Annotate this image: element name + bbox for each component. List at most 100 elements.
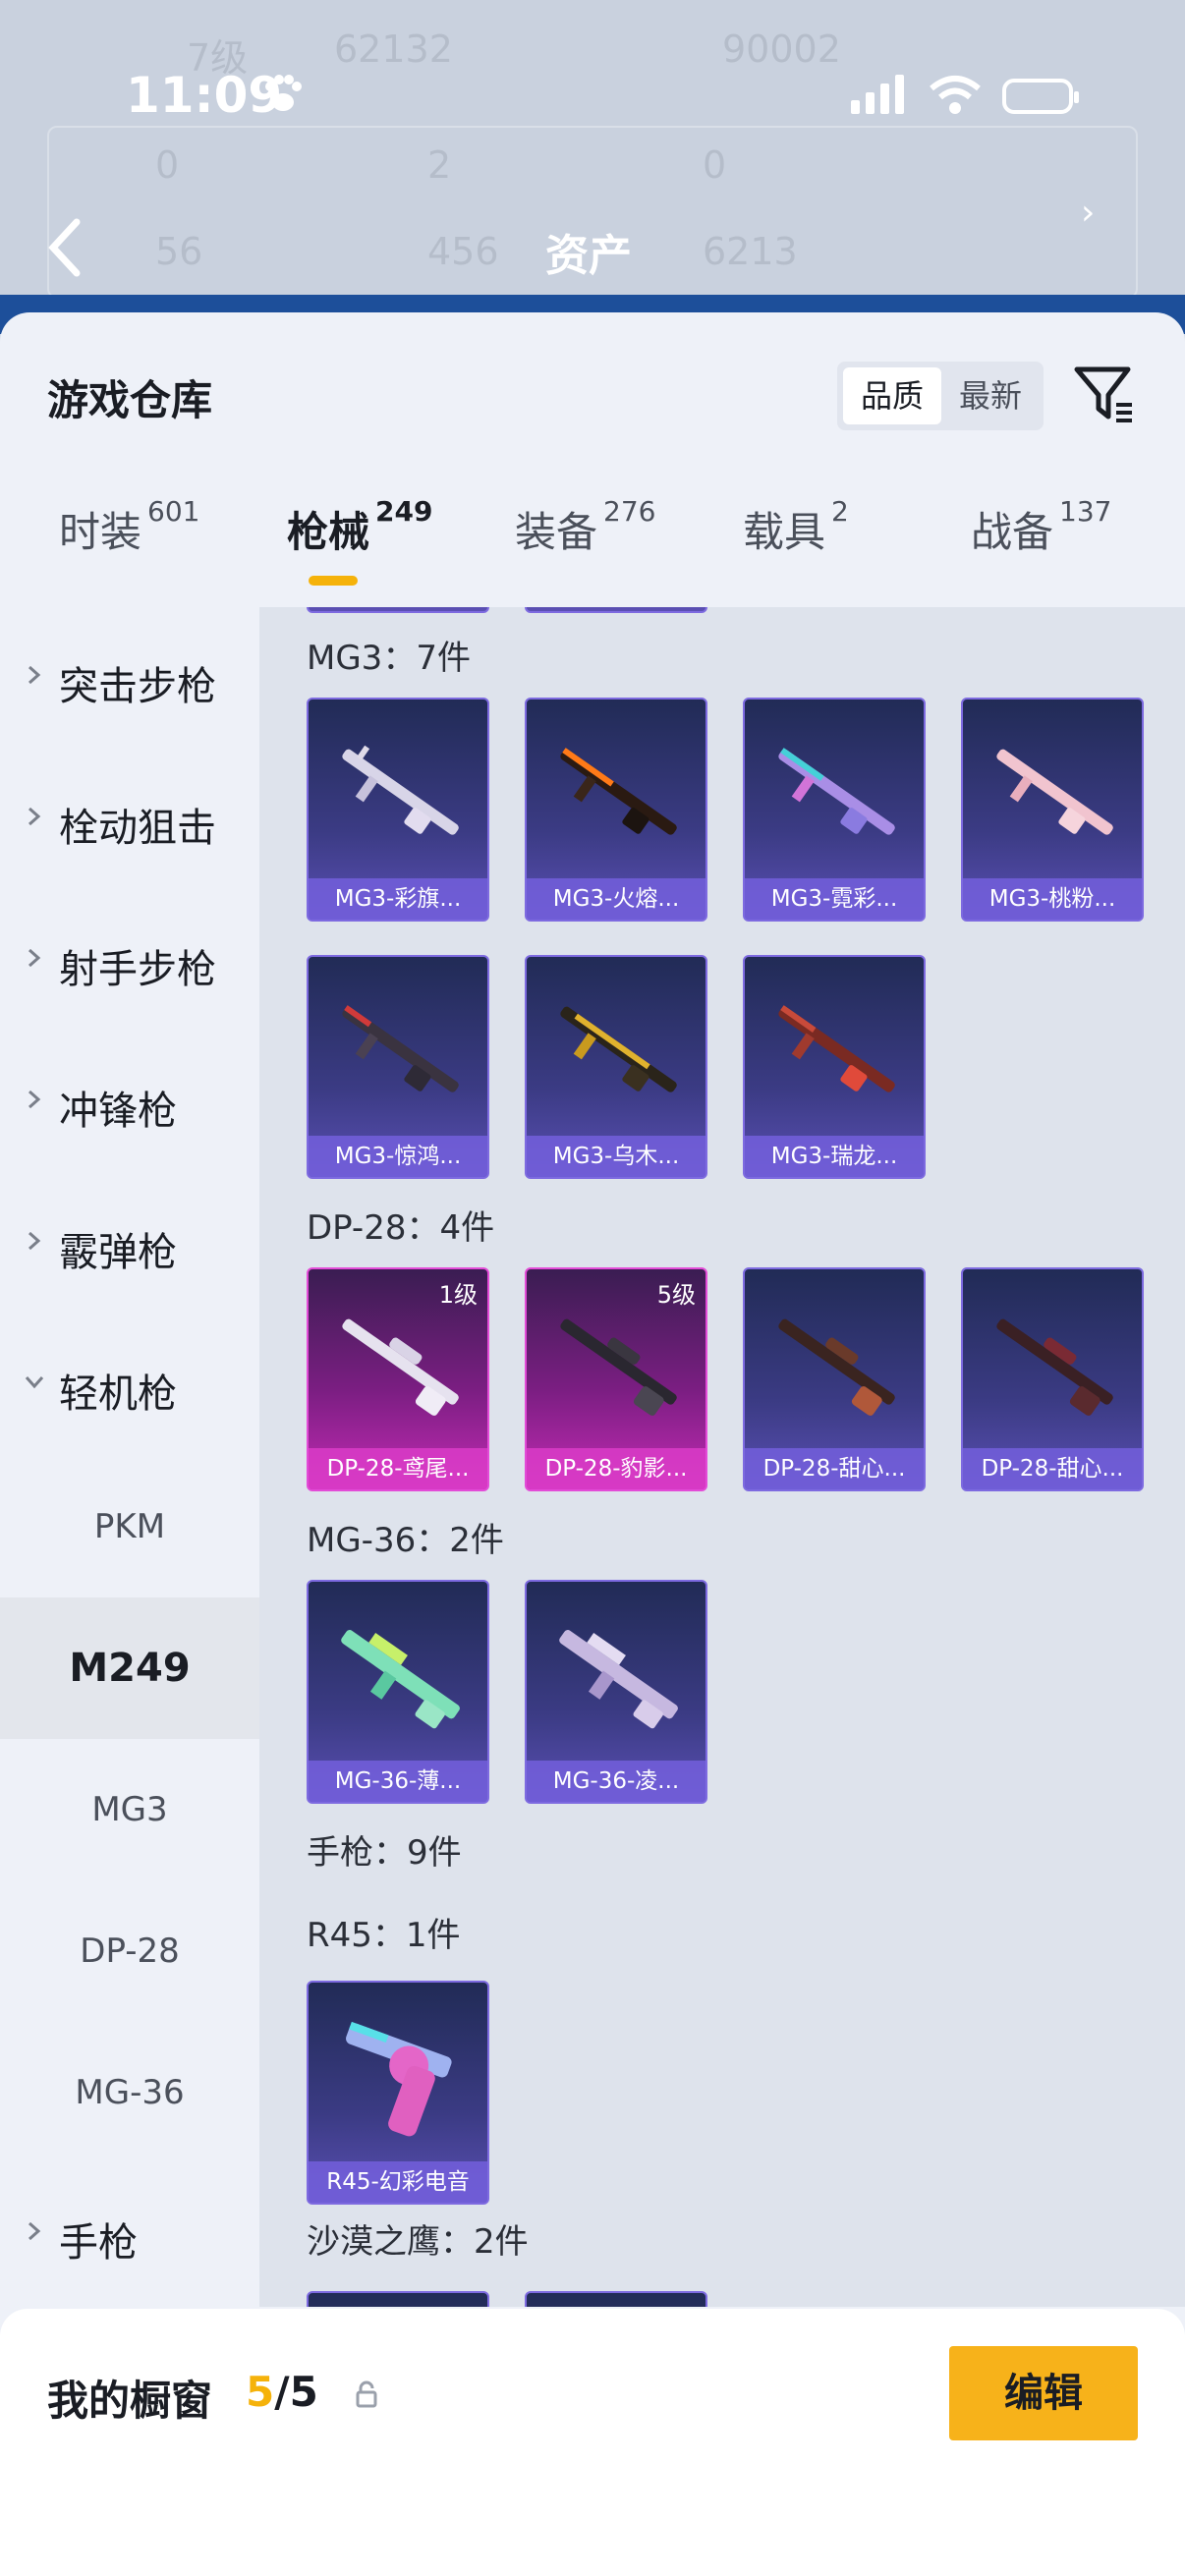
edit-button[interactable]: 编辑 (949, 2346, 1138, 2440)
showcase-count: 5/5 (246, 2368, 318, 2416)
weapon-card[interactable]: MG3-桃粉... (961, 698, 1144, 922)
sort-option-quality[interactable]: 品质 (843, 367, 941, 424)
sidebar-item-shotgun[interactable]: 霰弹枪 (0, 1173, 259, 1315)
battery-icon (1002, 79, 1079, 114)
status-time: 11:09 (126, 67, 283, 124)
signal-icon (851, 75, 904, 114)
group-label-dp28: DP-28：4件 (307, 1208, 495, 1248)
weapon-card-name: MG3-桃粉... (963, 878, 1142, 920)
weapon-card[interactable]: 5级 DP-28-豹影... (525, 1267, 707, 1491)
machine-gun-icon (996, 749, 1113, 835)
machine-gun-icon (778, 1318, 895, 1416)
group-label-r45: R45：1件 (307, 1916, 461, 1955)
weapon-card-partial[interactable] (307, 607, 489, 613)
filter-icon[interactable] (1071, 362, 1136, 426)
machine-gun-icon (778, 748, 895, 835)
weapon-card[interactable]: MG-36-薄... (307, 1580, 489, 1804)
tab-label: 时装 (59, 508, 142, 556)
sidebar-subitem-pkm[interactable]: PKM (0, 1456, 259, 1597)
weapon-card-name: MG3-霓彩... (745, 878, 924, 920)
sidebar-subitem-mg36[interactable]: MG-36 (0, 2022, 259, 2163)
machine-gun-icon (560, 1006, 677, 1092)
sidebar-item-assault-rifle[interactable]: 突击步枪 (0, 607, 259, 749)
tab-count: 276 (603, 495, 656, 528)
warehouse-sheet: 游戏仓库 品质 最新 时装 601 枪械 249 装备 276 载具 2 战备 137 突… (0, 312, 1185, 2576)
weapon-card[interactable]: MG-36-凌... (525, 1580, 707, 1804)
machine-gun-icon (342, 1318, 459, 1416)
weapon-card-name: DP-28-甜心... (745, 1448, 924, 1489)
weapon-card[interactable]: MG3-霓彩... (743, 698, 926, 922)
wifi-icon (930, 76, 981, 114)
weapon-card[interactable]: R45-幻彩电音 (307, 1981, 489, 2205)
weapon-card-name: R45-幻彩电音 (309, 2161, 487, 2203)
chevron-right-icon (28, 948, 41, 968)
sidebar-item-label: 突击步枪 (59, 664, 216, 709)
group-label-mg36: MG-36：2件 (307, 1521, 504, 1560)
sidebar-item-label: 霰弹枪 (59, 1230, 177, 1275)
weapon-card-name: DP-28-豹影... (527, 1448, 705, 1489)
tab-label: 战备 (971, 508, 1054, 556)
back-icon[interactable] (45, 218, 85, 277)
tab-count: 2 (831, 495, 849, 528)
sidebar-subitem-mg3[interactable]: MG3 (0, 1739, 259, 1880)
active-tab-indicator (309, 576, 358, 586)
showcase-count-total: /5 (274, 2368, 318, 2416)
weapon-card-name: DP-28-鸢尾... (309, 1448, 487, 1489)
sidebar-item-label: 冲锋枪 (59, 1089, 177, 1134)
weapon-card[interactable]: DP-28-甜心... (961, 1267, 1144, 1491)
chevron-right-icon (28, 1231, 41, 1251)
weapon-category-sidebar: 突击步枪 栓动狙击 射手步枪 冲锋枪 霰弹枪 轻机枪 PKM M249 MG3 … (0, 607, 259, 2307)
showcase-label: 我的橱窗 (47, 2377, 213, 2425)
blurred-stat: 2 (427, 143, 452, 187)
tab-label: 枪械 (287, 508, 370, 556)
status-bar: 11:09 (0, 59, 1185, 128)
weapon-card[interactable]: MG3-火熔... (525, 698, 707, 922)
blurred-stat: 0 (155, 143, 180, 187)
sidebar-item-marksman-rifle[interactable]: 射手步枪 (0, 890, 259, 1032)
weapon-card-partial[interactable] (525, 607, 707, 613)
blurred-stat: 456 (427, 230, 499, 273)
sort-toggle[interactable]: 品质 最新 (837, 362, 1044, 430)
machine-gun-icon (342, 1005, 459, 1092)
group-label-mg3: MG3：7件 (307, 639, 471, 678)
tab-firearms[interactable]: 枪械 249 (287, 495, 432, 559)
weapon-card[interactable]: MG3-瑞龙... (743, 955, 926, 1179)
chevron-right-icon (28, 665, 41, 685)
tab-label: 载具 (743, 508, 826, 556)
chevron-right-icon (28, 807, 41, 826)
sidebar-subitem-m249[interactable]: M249 (0, 1597, 259, 1739)
rifle-icon (559, 1630, 678, 1729)
weapon-card[interactable]: DP-28-甜心... (743, 1267, 926, 1491)
tab-equipment[interactable]: 装备 276 (515, 495, 655, 559)
lock-icon (356, 2380, 377, 2408)
weapon-card[interactable] (307, 2291, 489, 2307)
sidebar-item-label: 手枪 (59, 2220, 138, 2266)
tab-fashion[interactable]: 时装 601 (59, 495, 199, 559)
blurred-stat: 6213 (703, 230, 798, 273)
sidebar-item-pistol[interactable]: 手枪 (0, 2163, 259, 2305)
weapon-card[interactable]: MG3-彩旗... (307, 698, 489, 922)
weapon-card[interactable]: MG3-乌木... (525, 955, 707, 1179)
tab-gear[interactable]: 战备 137 (971, 495, 1111, 559)
machine-gun-icon (342, 745, 459, 835)
background-header: 7级 62132 90002 11:09 0 2 0 56 456 6213 资… (0, 0, 1185, 314)
group-label-desert-eagle: 沙漠之鹰：2件 (307, 2222, 529, 2262)
revolver-icon (346, 2021, 452, 2137)
category-tabs: 时装 601 枪械 249 装备 276 载具 2 战备 137 (0, 495, 1185, 607)
chevron-right-icon: › (1081, 193, 1096, 233)
machine-gun-icon (778, 1005, 895, 1092)
sidebar-item-smg[interactable]: 冲锋枪 (0, 1032, 259, 1173)
sidebar-item-label: 栓动狙击 (59, 806, 216, 851)
weapon-card-name: DP-28-甜心... (963, 1448, 1142, 1489)
weapon-card[interactable]: 1级 DP-28-鸢尾... (307, 1267, 489, 1491)
sidebar-item-bolt-sniper[interactable]: 栓动狙击 (0, 749, 259, 890)
sidebar-subitem-dp28[interactable]: DP-28 (0, 1880, 259, 2022)
weapon-card[interactable]: MG3-惊鸿... (307, 955, 489, 1179)
sidebar-item-lmg[interactable]: 轻机枪 (0, 1315, 259, 1456)
machine-gun-icon (996, 1318, 1113, 1416)
tab-vehicles[interactable]: 载具 2 (743, 495, 849, 559)
sort-option-newest[interactable]: 最新 (941, 367, 1040, 424)
machine-gun-icon (560, 748, 677, 835)
weapon-card[interactable] (525, 2291, 707, 2307)
tab-count: 601 (147, 495, 200, 528)
